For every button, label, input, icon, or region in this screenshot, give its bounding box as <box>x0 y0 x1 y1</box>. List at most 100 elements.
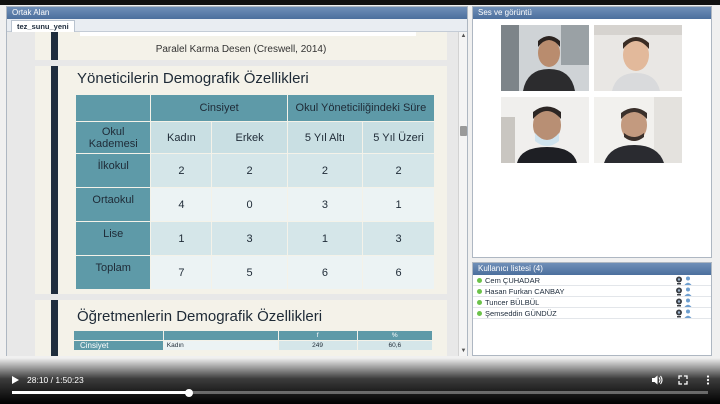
row-label: Toplam <box>74 255 152 290</box>
progress-knob[interactable] <box>185 388 194 397</box>
user-list-panel: Kullanıcı listesi (4) Cem ÇUHADAR Hasan … <box>472 262 712 356</box>
table-cell: 2 <box>362 153 435 188</box>
slide-caption: Paralel Karma Desen (Creswell, 2014) <box>155 44 327 55</box>
row-label: Lise <box>74 221 152 256</box>
table-cell: 7 <box>150 255 213 290</box>
scroll-down-icon[interactable]: ▼ <box>460 348 467 355</box>
slide-next: Öğretmenlerin Demografik Özellikleri f %… <box>35 300 447 356</box>
scroll-thumb[interactable] <box>460 126 467 136</box>
table-cell: 1 <box>286 221 364 256</box>
user-list-title: Kullanıcı listesi (4) <box>473 263 711 275</box>
table-header-gender: Cinsiyet <box>150 94 288 122</box>
shared-area-title: Ortak Alan <box>7 7 467 19</box>
camera-tile[interactable] <box>594 25 682 91</box>
slide-previous: Paralel Karma Desen (Creswell, 2014) <box>35 32 447 60</box>
table-header-cell <box>162 330 279 341</box>
table-cell: 6 <box>286 255 364 290</box>
table-corner-label: Okul Kademesi <box>74 121 152 154</box>
current-time: 28:10 <box>27 375 49 385</box>
row-label: Ortaokul <box>74 187 152 222</box>
play-icon[interactable] <box>10 375 20 385</box>
participant-video <box>594 25 682 91</box>
scroll-up-icon[interactable]: ▲ <box>460 33 467 40</box>
table-cell: 249 <box>277 340 358 351</box>
table-row: Cinsiyet Kadın 249 60,6 <box>73 340 434 351</box>
player-controls: 28:10 / 1:50:23 <box>0 364 720 404</box>
list-item-user[interactable]: Cem ÇUHADAR <box>473 275 711 286</box>
user-name: Hasan Furkan CANBAY <box>485 287 565 296</box>
table-cell: 5 <box>211 255 288 290</box>
table-row: İlkokul 2 2 2 2 <box>74 153 435 188</box>
teacher-demographics-table: f % Cinsiyet Kadın 249 60,6 <box>73 330 434 351</box>
slide-viewport[interactable]: Paralel Karma Desen (Creswell, 2014) Yön… <box>7 32 459 356</box>
slide-title: Öğretmenlerin Demografik Özellikleri <box>77 308 323 325</box>
audio-video-panel: Ses ve görüntü <box>472 6 712 258</box>
table-row: Toplam 7 5 6 6 <box>74 255 435 290</box>
user-webcam-icon <box>676 276 692 285</box>
participant-video <box>594 97 682 163</box>
table-column-label: 5 Yıl Üzeri <box>362 121 435 154</box>
online-status-icon <box>477 311 482 316</box>
audio-video-title: Ses ve görüntü <box>473 7 711 19</box>
table-column-label: Kadın <box>150 121 213 154</box>
table-cell: 6 <box>362 255 435 290</box>
slide-image-area <box>80 32 416 36</box>
camera-tile[interactable] <box>501 25 589 91</box>
table-cell: 2 <box>211 153 288 188</box>
table-header-cell: f <box>277 330 358 341</box>
slide-side-bar <box>51 300 58 356</box>
fullscreen-icon[interactable] <box>677 374 689 386</box>
table-column-label: Erkek <box>211 121 288 154</box>
table-cell: 0 <box>211 187 288 222</box>
progress-fill <box>12 391 190 394</box>
volume-icon[interactable] <box>651 374 663 386</box>
demographics-table: Cinsiyet Okul Yöneticiliğindeki Süre Oku… <box>74 94 436 290</box>
table-header-cell: % <box>356 330 434 341</box>
online-status-icon <box>477 289 482 294</box>
list-item-user[interactable]: Tuncer BÜLBÜL <box>473 297 711 308</box>
participant-video <box>501 97 589 163</box>
duration: 1:50:23 <box>55 375 84 385</box>
table-row: Lise 1 3 1 3 <box>74 221 435 256</box>
user-name: Tuncer BÜLBÜL <box>485 298 540 307</box>
user-list: Cem ÇUHADAR Hasan Furkan CANBAY Tuncer B… <box>473 275 711 319</box>
vertical-scrollbar[interactable]: ▲ ▼ <box>458 32 467 356</box>
slide-side-bar <box>51 66 58 294</box>
user-webcam-icon <box>676 287 692 296</box>
table-cell: 3 <box>211 221 288 256</box>
row-sub-label: Kadın <box>162 340 279 351</box>
user-webcam-icon <box>676 309 692 318</box>
top-band <box>0 0 720 5</box>
row-label: Cinsiyet <box>73 340 164 351</box>
online-status-icon <box>477 278 482 283</box>
user-name: Şemseddin GÜNDÜZ <box>485 309 557 318</box>
app-root: Ortak Alan tez_sunu_yeni Paralel Karma D… <box>0 0 720 404</box>
list-item-user[interactable]: Şemseddin GÜNDÜZ <box>473 308 711 319</box>
table-cell: 1 <box>362 187 435 222</box>
table-column-label: 5 Yıl Altı <box>286 121 364 154</box>
row-label: İlkokul <box>74 153 152 188</box>
camera-tile[interactable] <box>594 97 682 163</box>
list-item-user[interactable]: Hasan Furkan CANBAY <box>473 286 711 297</box>
table-row: Ortaokul 4 0 3 1 <box>74 187 435 222</box>
tab-tez-sunu-yeni[interactable]: tez_sunu_yeni <box>11 20 75 32</box>
slide-title: Yöneticilerin Demografik Özellikleri <box>77 70 309 87</box>
shared-area-panel: Ortak Alan tez_sunu_yeni Paralel Karma D… <box>6 6 468 356</box>
time-display: 28:10 / 1:50:23 <box>27 375 84 385</box>
user-name: Cem ÇUHADAR <box>485 276 541 285</box>
progress-track[interactable] <box>12 388 708 397</box>
document-tabs: tez_sunu_yeni <box>7 19 467 32</box>
more-options-icon[interactable] <box>702 374 714 386</box>
table-cell: 3 <box>286 187 364 222</box>
table-cell: 60,6 <box>356 340 434 351</box>
table-header-cell <box>73 330 164 341</box>
table-cell: 2 <box>286 153 364 188</box>
table-cell: 3 <box>362 221 435 256</box>
slide-current: Yöneticilerin Demografik Özellikleri Cin… <box>35 66 447 294</box>
participant-video <box>501 25 589 91</box>
table-cell: 2 <box>150 153 213 188</box>
camera-tile[interactable] <box>501 97 589 163</box>
table-cell: 4 <box>150 187 213 222</box>
table-header-empty <box>74 94 152 122</box>
online-status-icon <box>477 300 482 305</box>
